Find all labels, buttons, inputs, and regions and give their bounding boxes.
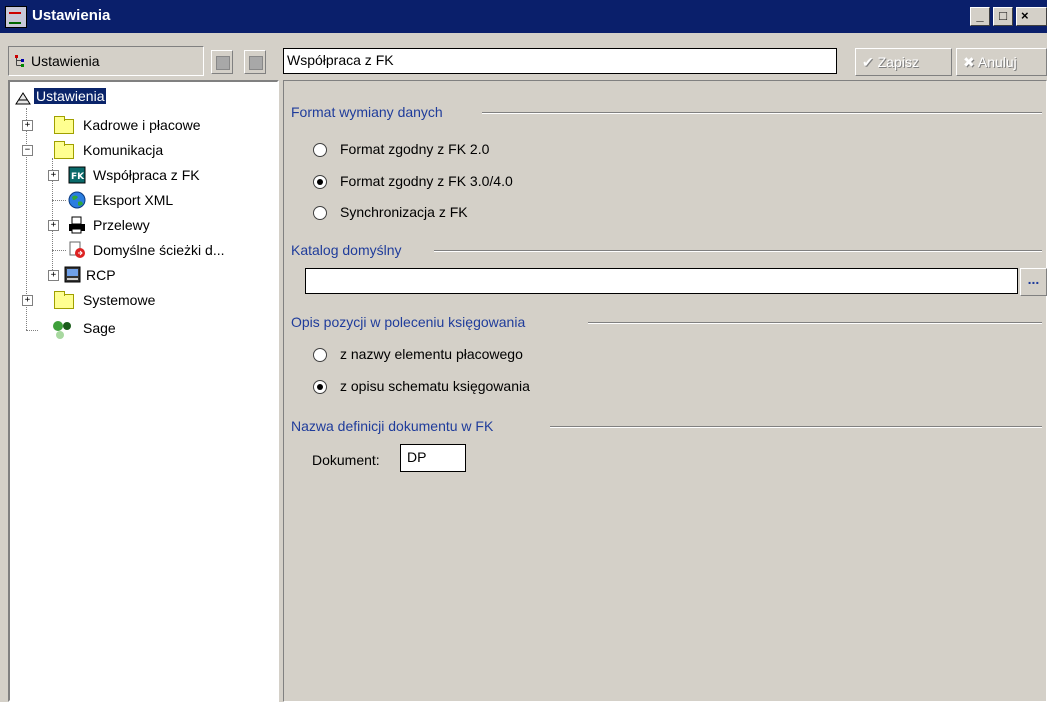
folder-icon (216, 56, 230, 70)
catalog-path-input[interactable] (305, 268, 1018, 294)
window-title: Ustawienia (32, 7, 111, 24)
expand-toggle[interactable]: + (22, 295, 33, 306)
doc-group-title: Nazwa definicji dokumentu w FK (291, 418, 494, 434)
tree-header-label: Ustawienia (31, 53, 100, 69)
tree-connector (26, 330, 38, 331)
radio-button[interactable] (313, 143, 327, 157)
group-divider (482, 112, 1042, 114)
tree-item-label: Przelewy (93, 217, 150, 233)
browse-button[interactable]: ... (1020, 268, 1047, 296)
title-bar: Ustawienia _ □ × (0, 0, 1047, 33)
tree-item-label: Współpraca z FK (93, 167, 200, 183)
save-button[interactable]: ✔ Zapisz (855, 48, 952, 76)
maximize-button[interactable]: □ (993, 7, 1013, 26)
radio-label: Format zgodny z FK 3.0/4.0 (340, 173, 513, 189)
folder-icon (54, 116, 74, 134)
pyramid-icon (15, 92, 31, 105)
printer-icon (69, 216, 85, 234)
close-button[interactable]: × (1016, 7, 1047, 26)
tree-connector (52, 200, 66, 201)
group-divider (434, 250, 1042, 252)
x-icon: ✖ (963, 54, 978, 70)
group-divider (588, 322, 1042, 324)
fk-icon: FK (68, 166, 86, 184)
document-input[interactable]: DP (400, 444, 466, 472)
radio-label: Format zgodny z FK 2.0 (340, 141, 490, 157)
document-arrow-icon (69, 241, 85, 258)
sage-logo-icon (53, 321, 71, 339)
expand-toggle[interactable]: + (48, 270, 59, 281)
radio-button[interactable] (313, 175, 327, 189)
settings-path-field: Współpraca z FK (283, 48, 837, 74)
app-icon (5, 6, 27, 28)
tree-structure-icon (15, 55, 24, 67)
radio-label: z opisu schematu księgowania (340, 378, 530, 394)
expand-toggle[interactable]: + (22, 120, 33, 131)
radio-button[interactable] (313, 206, 327, 220)
settings-tree[interactable]: Ustawienia + Kadrowe i płacowe − Komunik… (8, 80, 279, 702)
svg-text:FK: FK (71, 172, 85, 182)
tree-item-label: Ustawienia (32, 87, 108, 105)
expand-toggle[interactable]: + (48, 170, 59, 181)
terminal-icon (64, 266, 81, 283)
opis-group-title: Opis pozycji w poleceniu księgowania (291, 314, 526, 330)
folder-icon (249, 56, 263, 70)
checkmark-icon: ✔ (862, 54, 878, 70)
minimize-button[interactable]: _ (970, 7, 990, 26)
radio-button[interactable] (313, 380, 327, 394)
radio-label: Synchronizacja z FK (340, 204, 468, 220)
tree-item-label: RCP (86, 267, 116, 283)
tree-header: Ustawienia (8, 46, 204, 76)
group-divider (550, 426, 1042, 428)
radio-label: z nazwy elementu płacowego (340, 346, 523, 362)
cancel-button[interactable]: ✖ Anuluj (956, 48, 1047, 76)
collapse-toggle[interactable]: − (22, 145, 33, 156)
add-folder-button[interactable] (211, 50, 233, 74)
format-group-title: Format wymiany danych (291, 104, 443, 120)
tree-item-label: Sage (83, 320, 116, 336)
tree-item-label: Domyślne ścieżki d... (93, 242, 225, 258)
tree-item-label: Systemowe (83, 292, 156, 308)
catalog-group-title: Katalog domyślny (291, 242, 402, 258)
tree-connector (52, 250, 66, 251)
save-button-label: Zapisz (877, 54, 919, 70)
folder-icon (54, 141, 74, 159)
tree-item-label: Kadrowe i płacowe (83, 117, 201, 133)
document-label: Dokument: (312, 452, 380, 468)
globe-icon (68, 191, 86, 209)
expand-toggle[interactable]: + (48, 220, 59, 231)
tree-item-label: Eksport XML (93, 192, 174, 208)
radio-button[interactable] (313, 348, 327, 362)
cancel-button-label: Anuluj (977, 54, 1017, 70)
remove-folder-button[interactable] (244, 50, 266, 74)
tree-item-label: Komunikacja (83, 142, 164, 158)
folder-icon (54, 291, 74, 309)
